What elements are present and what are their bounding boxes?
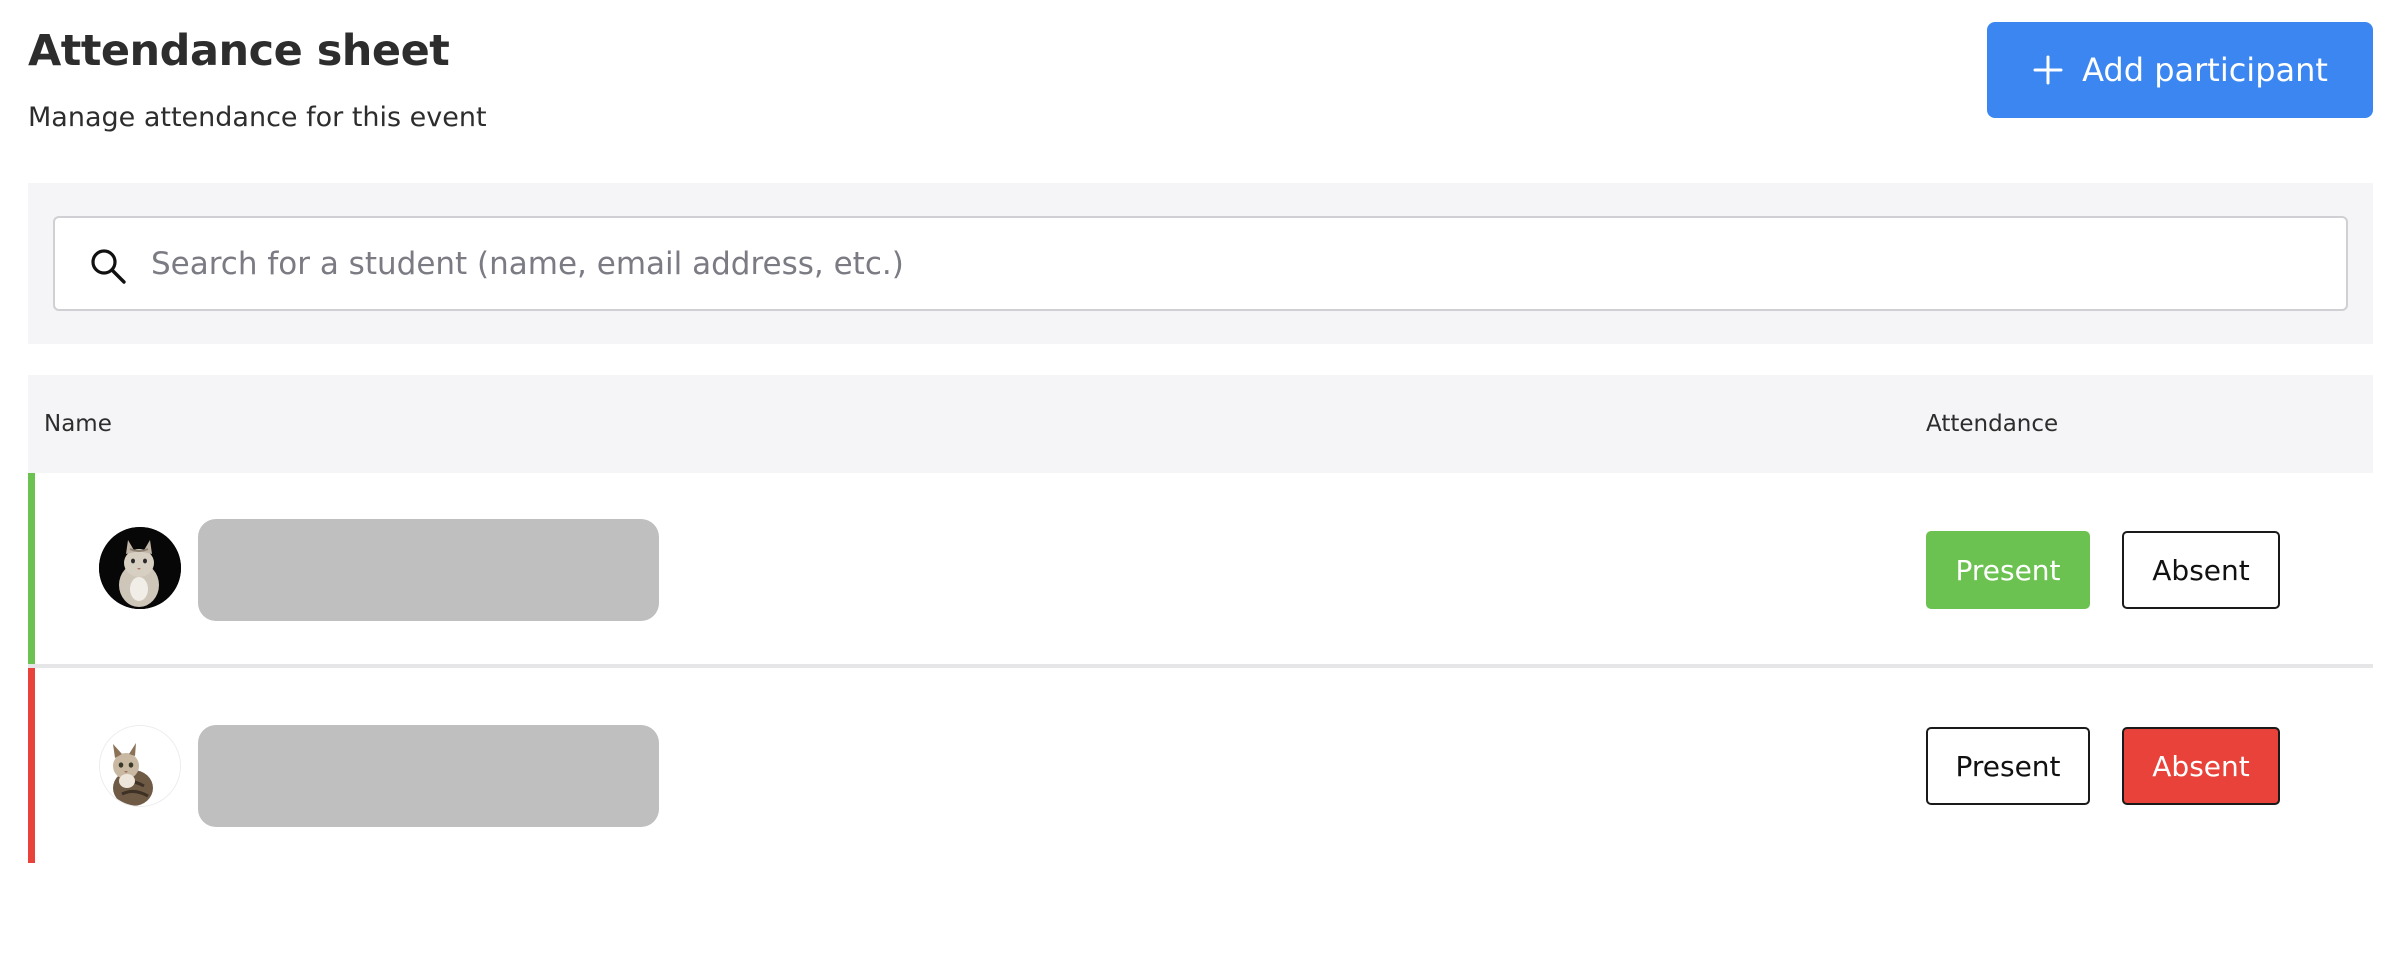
column-header-attendance: Attendance xyxy=(1926,411,2059,437)
student-name-redacted xyxy=(198,519,659,621)
add-participant-label: Add participant xyxy=(2082,51,2328,89)
search-panel xyxy=(28,183,2373,344)
absent-button[interactable]: Absent xyxy=(2122,531,2280,609)
avatar xyxy=(99,725,181,807)
page-title: Attendance sheet xyxy=(28,26,450,76)
table-row: Present Absent xyxy=(28,473,2373,668)
table-header: Name Attendance xyxy=(28,375,2373,473)
column-header-name: Name xyxy=(44,411,112,437)
present-button[interactable]: Present xyxy=(1926,727,2090,805)
search-icon xyxy=(91,249,126,284)
cat-avatar-image xyxy=(100,726,180,806)
search-input[interactable] xyxy=(151,218,2331,309)
plus-icon xyxy=(2033,55,2063,85)
search-box[interactable] xyxy=(53,216,2348,311)
add-participant-button[interactable]: Add participant xyxy=(1987,22,2373,118)
student-name-redacted xyxy=(198,725,659,827)
avatar xyxy=(99,527,181,609)
absent-button[interactable]: Absent xyxy=(2122,727,2280,805)
status-bar-absent xyxy=(28,668,35,863)
status-bar-present xyxy=(28,473,35,664)
cat-avatar-image xyxy=(99,527,181,609)
page-subtitle: Manage attendance for this event xyxy=(28,102,487,133)
present-button[interactable]: Present xyxy=(1926,531,2090,609)
table-row: Present Absent xyxy=(28,668,2373,863)
